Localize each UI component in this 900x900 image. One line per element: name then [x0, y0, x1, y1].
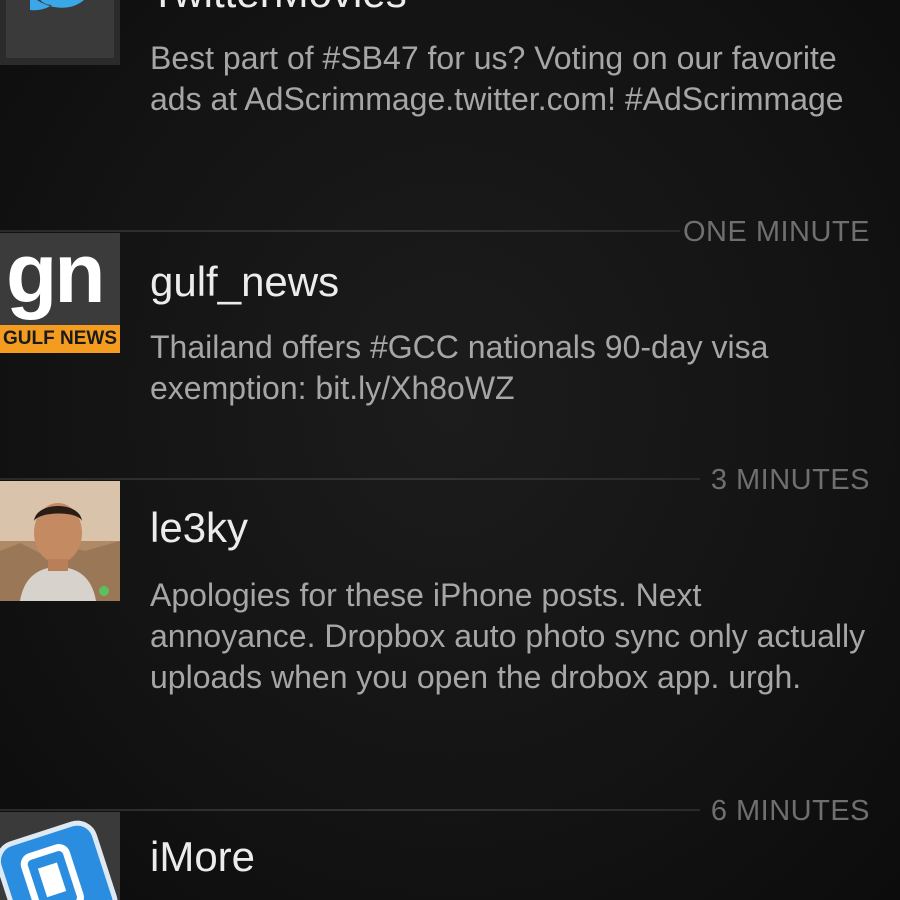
tweet-separator [0, 478, 700, 480]
twitter-bird-icon[interactable] [0, 0, 120, 65]
tweet-username[interactable]: iMore [150, 834, 255, 880]
gulf-news-logo-banner: GULF NEWS [0, 325, 120, 353]
imore-logo[interactable] [0, 812, 120, 900]
tweet-text: Apologies for these iPhone posts. Next a… [150, 577, 866, 695]
tweet-item[interactable]: le3ky Apologies for these iPhone posts. … [0, 481, 900, 809]
tweet-separator [0, 230, 680, 232]
tweet-text: Thailand offers #GCC nationals 90-day vi… [150, 329, 769, 406]
tweet-text: Best part of #SB47 for us? Voting on our… [150, 40, 844, 117]
tweet-separator [0, 809, 700, 811]
gulf-news-logo[interactable]: gn GULF NEWS [0, 233, 120, 353]
tweet-item[interactable]: iMore [0, 812, 900, 900]
tweet-item[interactable]: gn GULF NEWS gulf_news Thailand offers #… [0, 233, 900, 478]
tweet-username[interactable]: gulf_news [150, 259, 339, 305]
user-photo-avatar[interactable] [0, 481, 120, 601]
tweet-feed: TwitterMovies Best part of #SB47 for us?… [0, 0, 900, 900]
tweet-username[interactable]: TwitterMovies [150, 0, 407, 16]
tweet-username[interactable]: le3ky [150, 505, 248, 551]
gulf-news-logo-letters: gn [6, 233, 106, 320]
tweet-item[interactable]: TwitterMovies Best part of #SB47 for us?… [0, 0, 900, 230]
